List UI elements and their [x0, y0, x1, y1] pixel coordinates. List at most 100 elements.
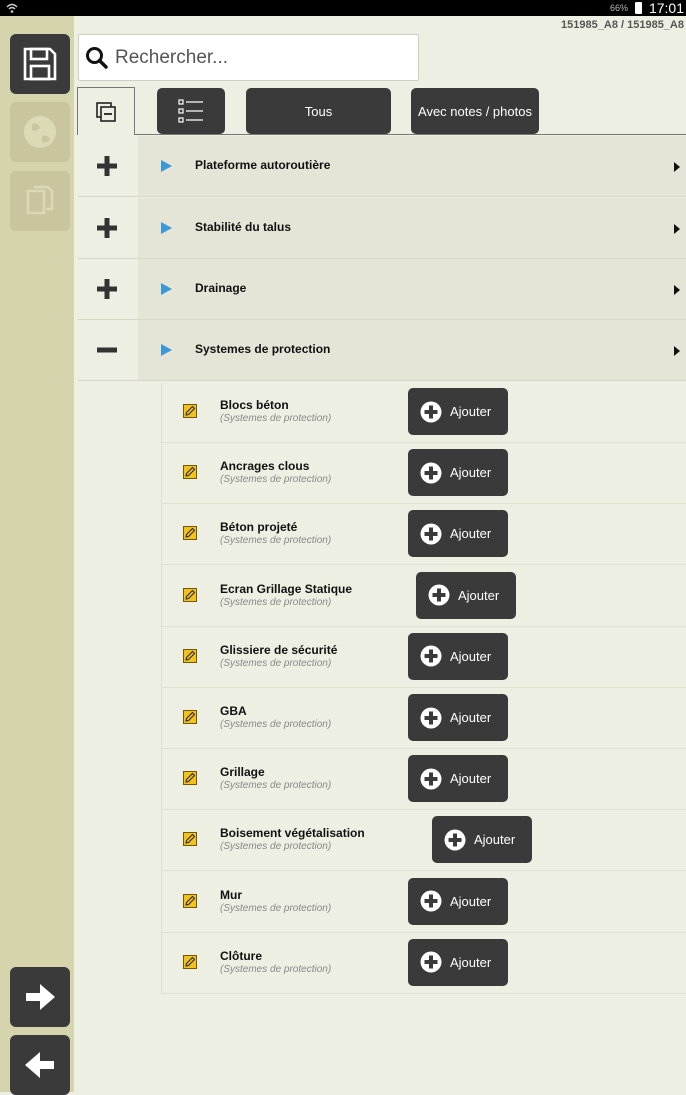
search-bar	[78, 34, 419, 81]
item-title: GBA	[220, 704, 247, 718]
add-button[interactable]: Ajouter	[408, 938, 508, 986]
item-title: Blocs béton	[220, 398, 289, 412]
chevron-right-icon[interactable]	[673, 223, 681, 235]
list-item[interactable]: Grillage (Systemes de protection) Ajouter	[162, 749, 686, 811]
plus-circle-icon	[420, 401, 442, 422]
plus-circle-icon	[444, 829, 466, 851]
item-category: (Systemes de protection)	[220, 902, 332, 914]
edit-note-icon[interactable]	[183, 832, 197, 847]
expand-toggle[interactable]	[78, 198, 136, 258]
item-title: Béton projeté	[220, 520, 298, 535]
status-bar: 66% 17:01	[0, 0, 686, 16]
item-category: (Systemes de protection)	[220, 535, 332, 547]
copy-button[interactable]	[10, 171, 70, 231]
plus-circle-icon	[420, 768, 442, 790]
add-button[interactable]: Ajouter	[416, 571, 516, 619]
category-row[interactable]: Systemes de protection	[78, 320, 686, 381]
play-icon	[161, 160, 172, 172]
category-content[interactable]: Stabilité du talus	[138, 198, 686, 258]
item-category: (Systemes de protection)	[220, 841, 332, 853]
expand-toggle[interactable]	[78, 259, 136, 319]
category-row[interactable]: Plateforme autoroutière	[78, 136, 686, 197]
edit-note-icon[interactable]	[183, 893, 197, 908]
edit-note-icon[interactable]	[183, 710, 197, 724]
edit-note-icon[interactable]	[183, 404, 197, 418]
battery-icon	[635, 2, 642, 14]
add-button[interactable]: Ajouter	[408, 694, 508, 741]
category-content[interactable]: Systemes de protection	[138, 320, 686, 380]
battery-percentage: 66%	[609, 3, 628, 13]
category-content[interactable]: Plateforme autoroutière	[138, 136, 686, 196]
add-button[interactable]: Ajouter	[408, 877, 508, 925]
list-item[interactable]: Ancrages clous (Systemes de protection) Aj…	[162, 443, 686, 505]
plus-circle-icon	[420, 890, 442, 912]
plus-icon	[97, 279, 117, 299]
item-title: Clôture	[220, 948, 262, 963]
add-button[interactable]: Ajouter	[408, 510, 508, 558]
next-button[interactable]	[10, 967, 70, 1027]
edit-note-icon[interactable]	[183, 648, 197, 663]
expand-toggle[interactable]	[78, 136, 136, 196]
filter-all-button[interactable]: Tous	[246, 88, 391, 134]
list-icon	[178, 99, 203, 123]
item-category: (Systemes de protection)	[220, 719, 332, 730]
add-button[interactable]: Ajouter	[408, 755, 508, 803]
item-category: (Systemes de protection)	[220, 963, 332, 975]
add-button-label: Ajouter	[450, 893, 492, 909]
add-button-label: Ajouter	[450, 771, 492, 787]
edit-note-icon[interactable]	[183, 771, 197, 786]
edit-note-icon[interactable]	[183, 465, 197, 480]
add-button-label: Ajouter	[450, 710, 492, 725]
category-row[interactable]: Stabilité du talus	[78, 198, 686, 259]
wifi-icon	[6, 3, 18, 13]
minus-icon	[97, 347, 117, 353]
plus-circle-icon	[420, 951, 442, 973]
edit-note-icon[interactable]	[183, 526, 197, 541]
collapse-toggle[interactable]	[78, 320, 136, 380]
item-category: (Systemes de protection)	[220, 413, 332, 424]
toolbar-divider	[135, 134, 686, 135]
list-item[interactable]: Clôture (Systemes de protection) Ajouter	[162, 933, 686, 994]
add-button[interactable]: Ajouter	[408, 632, 508, 680]
list-item[interactable]: Béton projeté (Systemes de protection) Ajo…	[162, 504, 686, 566]
edit-note-icon[interactable]	[183, 587, 197, 602]
play-icon	[161, 344, 172, 356]
chevron-right-icon[interactable]	[673, 284, 681, 296]
map-button[interactable]	[10, 102, 70, 162]
list-item[interactable]: Glissiere de sécurité (Systemes de protec…	[162, 627, 686, 688]
item-title: Grillage	[220, 765, 265, 780]
plus-circle-icon	[420, 707, 442, 728]
clock: 17:01	[648, 0, 684, 16]
add-button[interactable]: Ajouter	[408, 449, 508, 497]
copy-icon	[26, 185, 54, 215]
list-item[interactable]: Boisement végétalisation (Systemes de pro…	[162, 810, 686, 872]
item-title: Boisement végétalisation	[220, 826, 365, 841]
add-button[interactable]: Ajouter	[432, 816, 532, 864]
save-icon	[23, 47, 57, 81]
filter-notes-button[interactable]: Avec notes / photos	[411, 88, 539, 134]
item-title: Ancrages clous	[220, 459, 310, 474]
list-view-button[interactable]	[157, 88, 225, 134]
chevron-right-icon[interactable]	[673, 161, 681, 173]
item-title: Glissiere de sécurité	[220, 642, 338, 657]
plus-icon	[97, 218, 117, 238]
edit-note-icon[interactable]	[183, 954, 197, 969]
subcategory-list: Blocs béton (Systemes de protection) Ajout…	[78, 382, 686, 994]
list-item[interactable]: Blocs béton (Systemes de protection) Ajout…	[162, 382, 686, 443]
category-row[interactable]: Drainage	[78, 259, 686, 320]
play-icon	[161, 283, 172, 295]
add-button-label: Ajouter	[450, 954, 492, 970]
subcategory-indent	[78, 382, 162, 994]
chevron-right-icon[interactable]	[673, 345, 681, 357]
list-item[interactable]: Ecran Grillage Statique (Systemes de prot…	[162, 566, 686, 627]
category-content[interactable]: Drainage	[138, 259, 686, 319]
collapse-all-button[interactable]	[77, 87, 135, 135]
arrow-right-icon	[26, 984, 55, 1010]
list-item[interactable]: GBA (Systemes de protection) Ajouter	[162, 688, 686, 749]
back-button[interactable]	[10, 1035, 70, 1095]
search-input[interactable]	[113, 45, 397, 70]
search-icon	[86, 46, 108, 69]
list-item[interactable]: Mur (Systemes de protection) Ajouter	[162, 872, 686, 933]
save-button[interactable]	[10, 34, 70, 94]
add-button[interactable]: Ajouter	[408, 388, 508, 435]
